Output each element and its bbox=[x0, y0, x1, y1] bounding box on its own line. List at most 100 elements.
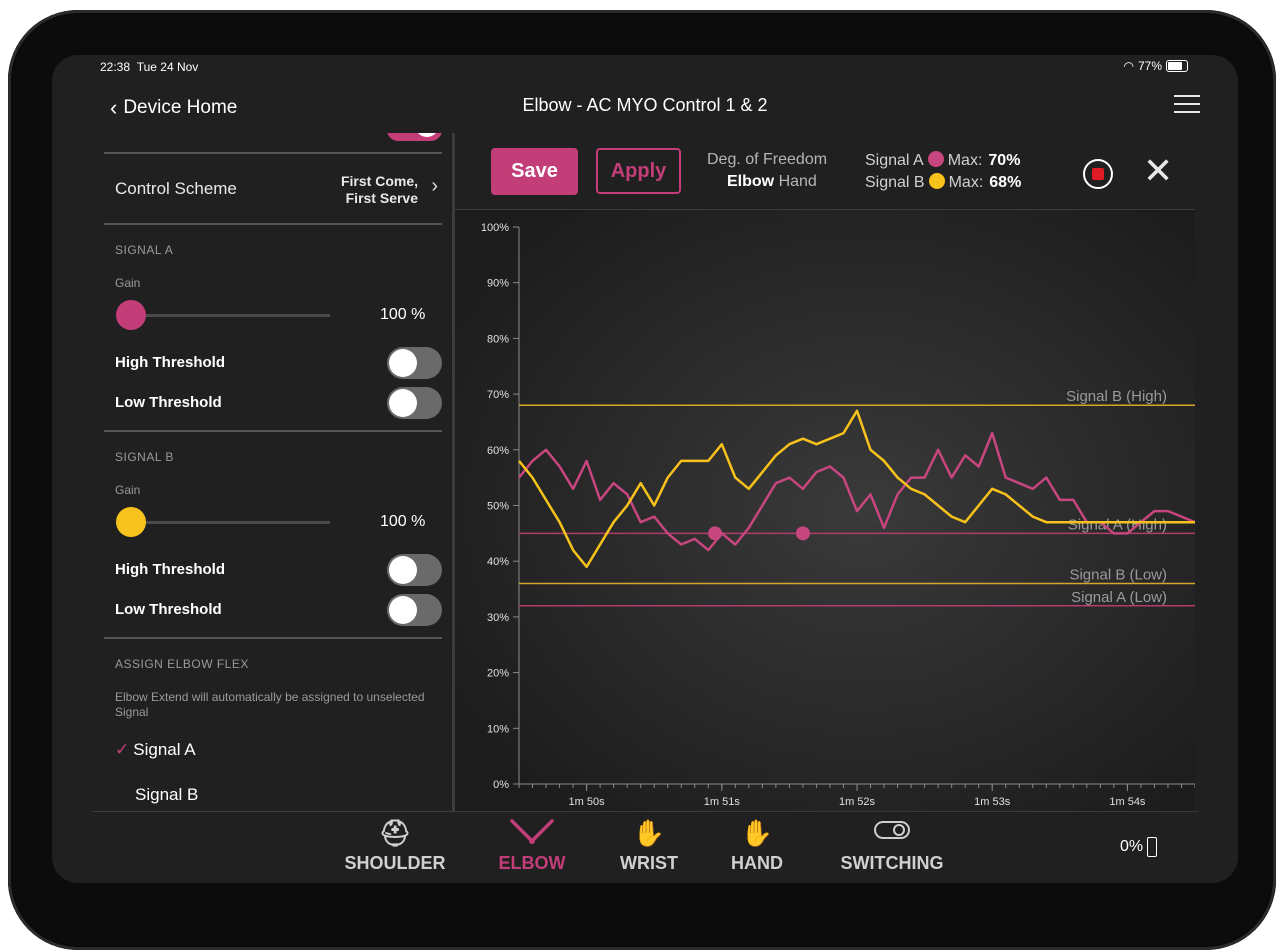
tab-elbow[interactable]: ELBOW bbox=[482, 815, 582, 874]
signal-a-dot-icon bbox=[927, 151, 944, 167]
control-scheme-row[interactable]: Control Scheme First Come, First Serve › bbox=[104, 155, 442, 223]
y-tick-label: 100% bbox=[481, 222, 509, 234]
control-scheme-value: First Come, First Serve bbox=[341, 173, 418, 207]
battery-percent: 77% bbox=[1137, 59, 1162, 73]
signal-a-low-threshold-toggle[interactable] bbox=[387, 387, 442, 419]
menu-icon[interactable] bbox=[1174, 93, 1200, 115]
tabbar-divider bbox=[92, 811, 1198, 812]
divider bbox=[104, 637, 442, 639]
signal-b-label: Signal B bbox=[865, 174, 925, 191]
elbow-icon bbox=[482, 815, 582, 851]
date: Tue 24 Nov bbox=[136, 60, 199, 74]
signal-b-low-threshold-label: Low Threshold bbox=[115, 601, 222, 618]
device-battery: 0% bbox=[1120, 837, 1158, 857]
crossing-marker bbox=[708, 526, 723, 541]
tab-hand-label: HAND bbox=[731, 853, 783, 873]
signal-b-max-value: 68% bbox=[989, 174, 1022, 191]
tab-switching-label: SWITCHING bbox=[840, 853, 944, 873]
divider bbox=[104, 430, 442, 432]
signal-a-high-threshold-toggle[interactable] bbox=[387, 347, 442, 379]
y-tick-label: 0% bbox=[493, 779, 509, 791]
signal-a-low-threshold-label: Low Threshold bbox=[115, 394, 222, 411]
option-signal-a[interactable]: ✓ Signal A bbox=[115, 740, 196, 760]
tab-wrist-label: WRIST bbox=[620, 853, 678, 873]
signal-chart: 0% 10% 20% 30% 40% 50% 60% 70% 80% 90% 100% 1m 50s 1… bbox=[455, 210, 1195, 811]
y-tick-label: 80% bbox=[487, 333, 509, 345]
y-tick-label: 10% bbox=[487, 723, 509, 735]
signal-b-low-threshold-toggle[interactable] bbox=[387, 594, 442, 626]
option-signal-b-label: Signal B bbox=[135, 785, 199, 804]
hand-icon: ✋ bbox=[740, 818, 774, 848]
y-tick-label: 50% bbox=[487, 501, 509, 513]
tab-switching[interactable]: SWITCHING bbox=[830, 815, 954, 874]
signal-b-gain-track[interactable] bbox=[130, 521, 330, 524]
tab-wrist[interactable]: ✋ WRIST bbox=[604, 815, 694, 874]
dof-values: Elbow Hand bbox=[727, 173, 817, 191]
signal-b-section: SIGNAL B bbox=[115, 450, 174, 464]
signal-panel: Save Apply Deg. of Freedom Elbow Hand Si… bbox=[455, 133, 1195, 811]
device-battery-icon bbox=[1147, 837, 1158, 857]
signal-a-label: Signal A bbox=[865, 152, 924, 169]
device-battery-value: 0% bbox=[1120, 838, 1144, 855]
tab-hand[interactable]: ✋ HAND bbox=[714, 815, 800, 874]
control-scheme-value-line1: First Come, bbox=[340, 173, 418, 189]
control-scheme-label: Control Scheme bbox=[115, 179, 237, 198]
signal-b-gain-slider[interactable] bbox=[116, 507, 146, 537]
y-tick-label: 40% bbox=[487, 556, 509, 568]
x-tick-label: 1m 52s bbox=[839, 796, 876, 808]
signal-b-max-row: Signal B Max: 68% bbox=[865, 173, 1021, 192]
signal-a-high-threshold-label: High Threshold bbox=[115, 354, 225, 371]
y-tick-label: 70% bbox=[487, 389, 509, 401]
y-tick-label: 60% bbox=[487, 445, 509, 457]
y-tick-label: 90% bbox=[487, 278, 509, 290]
max-label: Max: bbox=[948, 174, 984, 191]
tab-elbow-label: ELBOW bbox=[498, 853, 566, 873]
divider bbox=[104, 152, 442, 154]
tab-shoulder[interactable]: ⛑ SHOULDER bbox=[340, 815, 450, 874]
x-tick-label: 1m 50s bbox=[569, 796, 606, 808]
close-icon[interactable]: ✕ bbox=[1143, 151, 1173, 191]
threshold-label: Signal B (Low) bbox=[1069, 566, 1167, 583]
threshold-label: Signal A (High) bbox=[1068, 516, 1167, 533]
control-scheme-value-line2: First Serve bbox=[345, 190, 418, 206]
signal-a-gain-label: Gain bbox=[115, 276, 141, 290]
record-button[interactable] bbox=[1083, 159, 1113, 189]
save-button[interactable]: Save bbox=[491, 148, 578, 195]
x-tick-label: 1m 51s bbox=[704, 796, 741, 808]
signal-a-gain-track[interactable] bbox=[130, 314, 330, 317]
signal-b-gain-value: 100 % bbox=[380, 513, 426, 530]
dof-elbow: Elbow bbox=[727, 173, 775, 190]
x-tick-label: 1m 53s bbox=[974, 796, 1011, 808]
divider bbox=[104, 223, 442, 225]
clock: 22:38 bbox=[100, 60, 131, 74]
wifi-icon: ◠ bbox=[1123, 59, 1134, 73]
chart-background bbox=[455, 210, 1195, 811]
signal-a-max-value: 70% bbox=[988, 152, 1021, 169]
signal-b-high-threshold-toggle[interactable] bbox=[387, 554, 442, 586]
partial-toggle[interactable] bbox=[387, 133, 442, 141]
app-screen: 22:38 Tue 24 Nov ◠ 77% ‹ Device Home Elb… bbox=[52, 55, 1238, 883]
page-title: Elbow - AC MYO Control 1 & 2 bbox=[522, 95, 768, 115]
y-tick-label: 20% bbox=[487, 668, 509, 680]
assign-note: Elbow Extend will automatically be assig… bbox=[115, 690, 425, 719]
status-time: 22:38 Tue 24 Nov bbox=[100, 60, 198, 74]
signal-a-gain-value: 100 % bbox=[380, 306, 426, 323]
settings-sidebar[interactable]: Control Scheme First Come, First Serve ›… bbox=[52, 133, 452, 811]
y-tick-label: 30% bbox=[487, 612, 509, 624]
signal-b-gain-label: Gain bbox=[115, 483, 141, 497]
chevron-right-icon: › bbox=[431, 175, 438, 197]
dof-label: Deg. of Freedom bbox=[707, 151, 828, 168]
switch-icon bbox=[830, 815, 954, 851]
signal-a-gain-slider[interactable] bbox=[116, 300, 146, 330]
signal-a-section: SIGNAL A bbox=[115, 243, 174, 257]
wrist-icon: ✋ bbox=[632, 818, 666, 848]
checkmark-icon: ✓ bbox=[115, 740, 130, 759]
option-signal-b[interactable]: Signal B bbox=[135, 785, 198, 805]
apply-button[interactable]: Apply bbox=[596, 148, 681, 194]
shoulder-icon: ⛑ bbox=[378, 818, 412, 848]
signal-b-high-threshold-label: High Threshold bbox=[115, 561, 225, 578]
tab-shoulder-label: SHOULDER bbox=[344, 853, 446, 873]
threshold-label: Signal B (High) bbox=[1066, 388, 1167, 405]
status-right: ◠ 77% bbox=[1123, 59, 1188, 73]
signal-b-dot-icon bbox=[928, 173, 945, 189]
